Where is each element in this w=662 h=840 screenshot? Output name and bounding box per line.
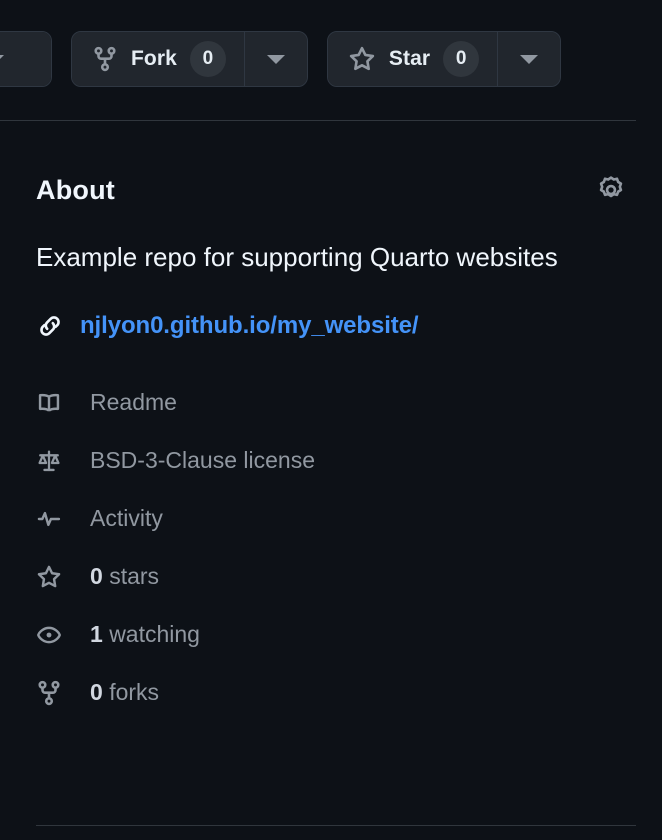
star-button-label: Star <box>388 47 431 70</box>
law-icon <box>36 448 70 474</box>
meta-label-readme: Readme <box>90 389 177 416</box>
eye-icon <box>36 622 70 648</box>
homepage-link[interactable]: njlyon0.github.io/my_website/ <box>80 312 419 340</box>
star-split-button[interactable]: Star 0 <box>326 31 562 87</box>
pulse-icon <box>36 506 70 532</box>
about-settings-button[interactable] <box>596 175 626 205</box>
star-icon <box>348 45 376 73</box>
repo-about-sidebar: Fork 0 Star 0 About Example repo for sup… <box>0 0 662 840</box>
star-dropdown-button[interactable] <box>497 32 561 86</box>
watch-dropdown-button[interactable] <box>0 32 51 86</box>
meta-item-forks[interactable]: 0 forks <box>36 664 636 722</box>
about-section: About Example repo for supporting Quarto… <box>36 170 636 722</box>
chevron-down-icon <box>520 54 539 64</box>
repo-action-buttons: Fork 0 Star 0 <box>0 31 562 87</box>
about-header: About <box>36 170 626 210</box>
homepage-row[interactable]: njlyon0.github.io/my_website/ <box>36 312 636 340</box>
link-icon <box>36 312 64 340</box>
meta-item-activity[interactable]: Activity <box>36 490 636 548</box>
watch-split-button[interactable] <box>0 31 52 87</box>
meta-label-stars: 0 stars <box>90 563 159 590</box>
stars-word: stars <box>109 563 160 590</box>
about-title: About <box>36 174 115 205</box>
star-button[interactable]: Star 0 <box>327 32 498 86</box>
meta-item-stars[interactable]: 0 stars <box>36 548 636 606</box>
stars-count: 0 <box>90 563 103 590</box>
book-icon <box>36 390 70 416</box>
meta-label-watchers: 1 watching <box>90 621 200 648</box>
star-count-badge: 0 <box>443 41 480 77</box>
section-divider-top <box>0 120 636 121</box>
chevron-down-icon <box>0 54 4 64</box>
meta-label-activity: Activity <box>90 505 163 532</box>
watchers-count: 1 <box>90 621 103 648</box>
forks-count: 0 <box>90 679 103 706</box>
fork-button-label: Fork <box>131 47 177 70</box>
fork-split-button[interactable]: Fork 0 <box>71 31 308 87</box>
meta-item-license[interactable]: BSD-3-Clause license <box>36 432 636 490</box>
section-divider-bottom <box>36 825 636 826</box>
repo-forked-icon <box>92 46 118 72</box>
fork-dropdown-button[interactable] <box>243 32 307 86</box>
fork-button[interactable]: Fork 0 <box>72 32 244 86</box>
chevron-down-icon <box>266 54 285 64</box>
forks-word: forks <box>109 679 160 706</box>
repo-description: Example repo for supporting Quarto websi… <box>36 242 558 272</box>
fork-icon <box>36 680 70 706</box>
watchers-word: watching <box>109 621 200 648</box>
fork-count-badge: 0 <box>189 41 226 77</box>
meta-item-watchers[interactable]: 1 watching <box>36 606 636 664</box>
meta-label-license: BSD-3-Clause license <box>90 447 315 474</box>
meta-label-forks: 0 forks <box>90 679 159 706</box>
star-icon <box>36 564 70 590</box>
gear-icon <box>596 175 626 205</box>
about-meta-list: Readme BSD-3-Clause license Activity 0 s… <box>36 374 636 722</box>
meta-item-readme[interactable]: Readme <box>36 374 636 432</box>
